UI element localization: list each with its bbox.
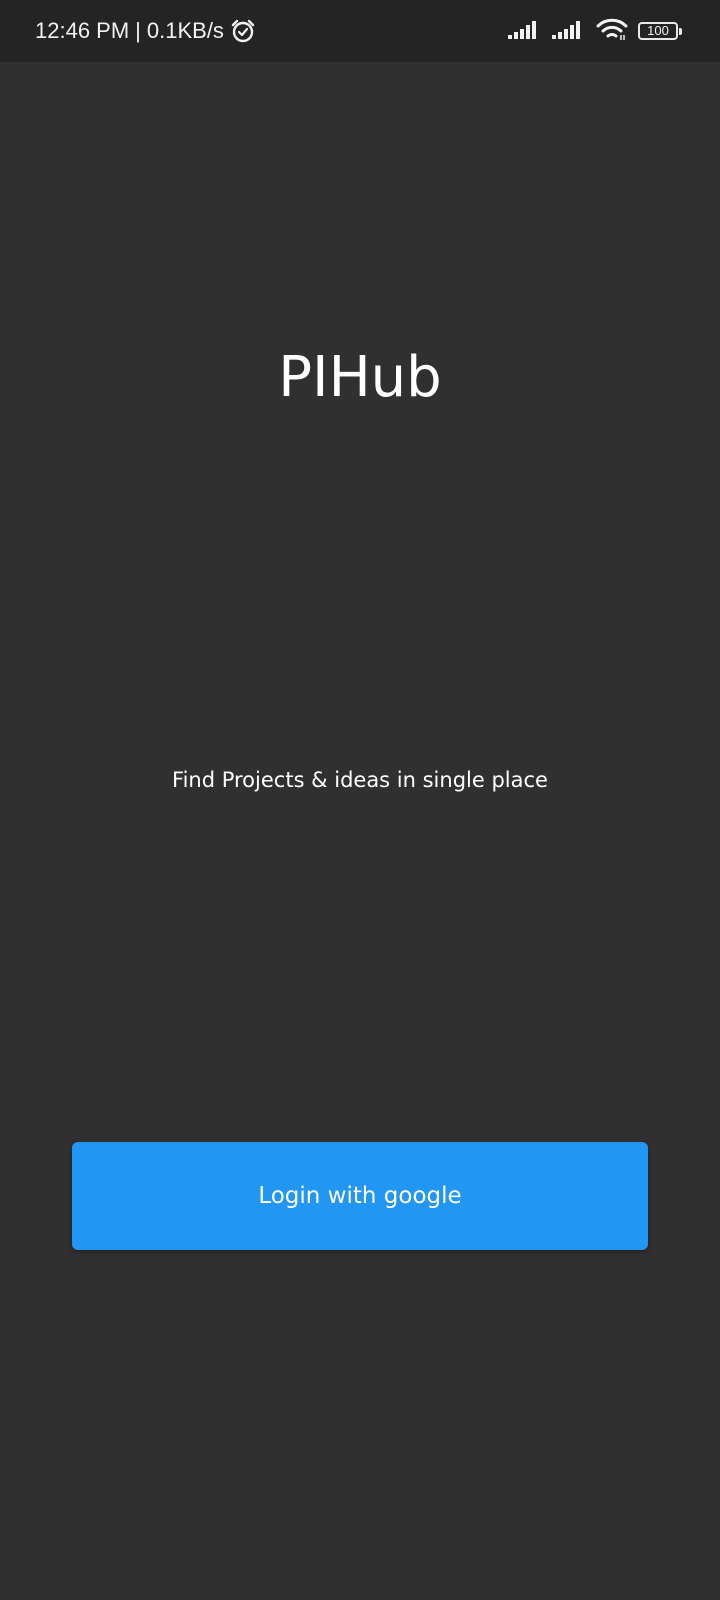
- status-left: 12:46 PM | 0.1KB/s: [35, 0, 256, 62]
- app-title: PIHub: [278, 345, 442, 410]
- status-separator: |: [135, 18, 141, 43]
- alarm-clock-icon: [230, 18, 256, 44]
- network-speed: 0.1KB/s: [146, 18, 224, 43]
- login-button-label: Login with google: [258, 1183, 462, 1209]
- status-time: 12:46 PM: [35, 18, 130, 43]
- status-bar: 12:46 PM | 0.1KB/s 100: [0, 0, 720, 62]
- signal-strength-icon: [552, 19, 586, 43]
- battery-icon: 100: [638, 22, 682, 40]
- login-with-google-button[interactable]: Login with google: [72, 1142, 648, 1250]
- wifi-icon: [596, 18, 628, 44]
- signal-strength-icon: [508, 19, 542, 43]
- app-tagline: Find Projects & ideas in single place: [172, 768, 548, 792]
- status-right: 100: [508, 0, 682, 62]
